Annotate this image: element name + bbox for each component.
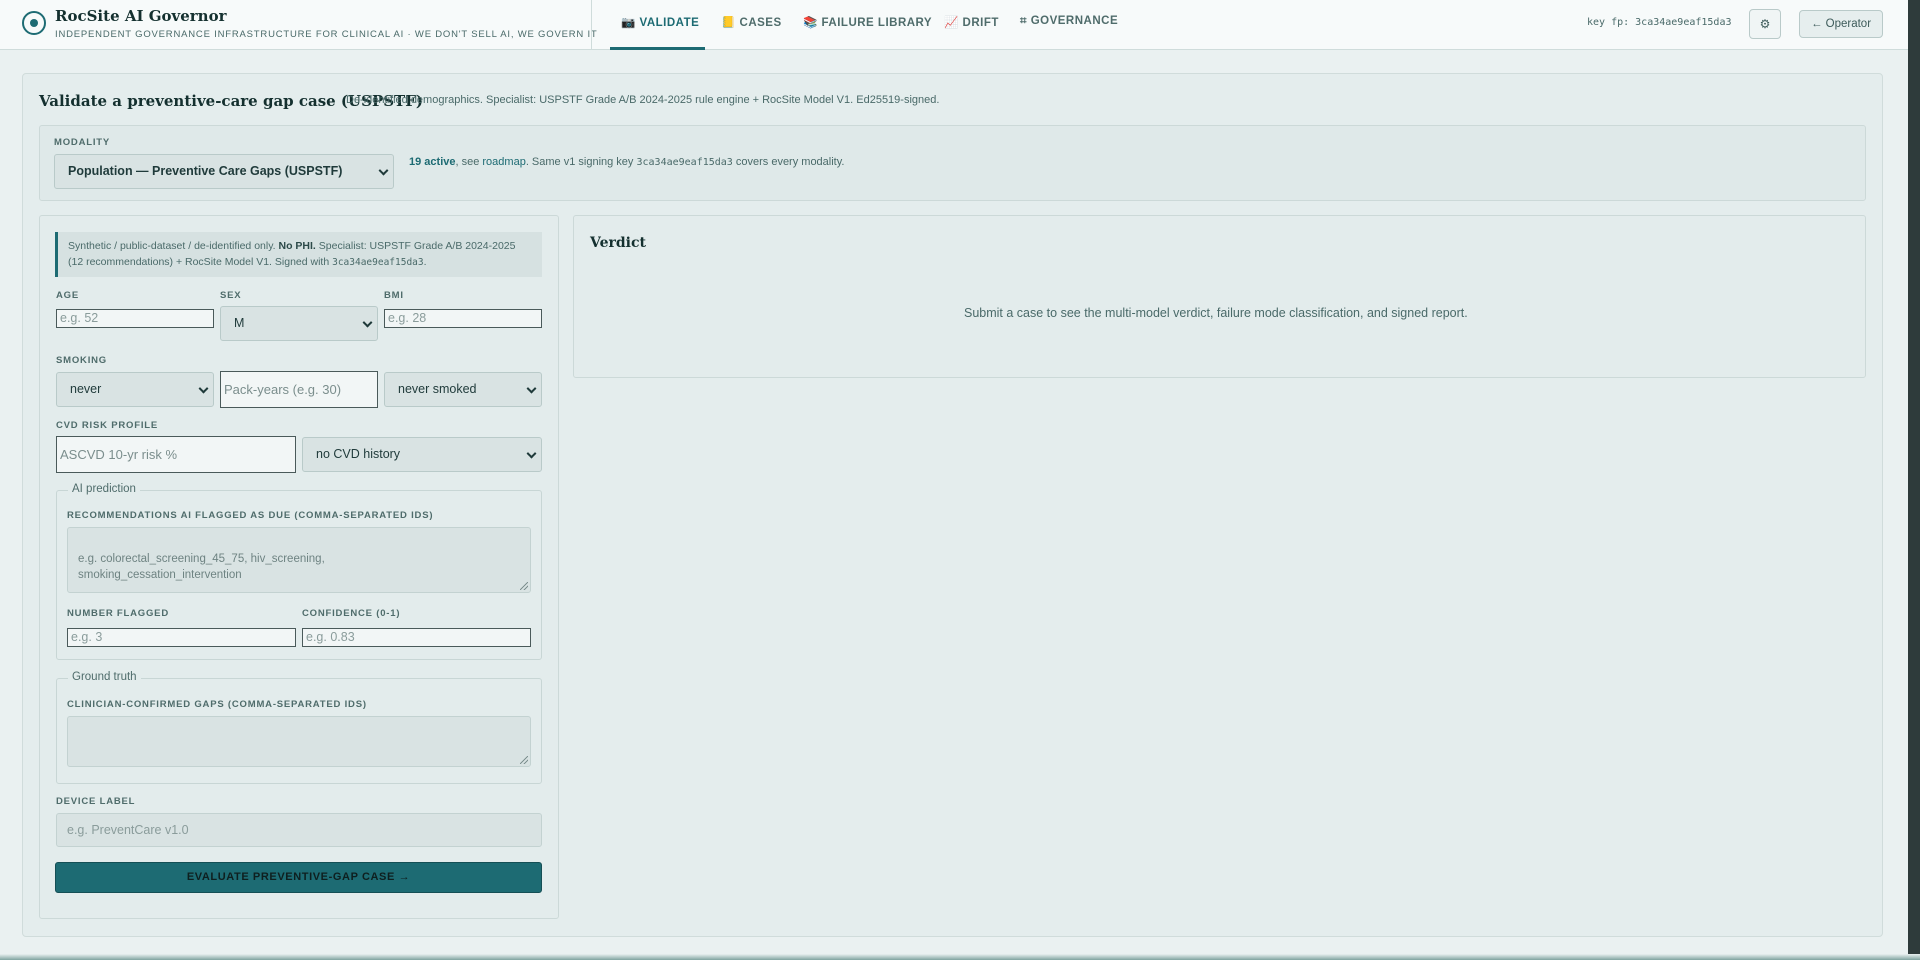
notice-key: 3ca34ae9eaf15da3: [332, 257, 424, 268]
tab-failure-library[interactable]: 📚 Failure Library: [803, 15, 932, 29]
brand-logo-icon: [22, 11, 46, 35]
tab-label: Governance: [1030, 15, 1119, 27]
note-text: . Same v1 signing key: [525, 156, 637, 168]
notice-text: Synthetic / public-dataset / de-identifi…: [68, 240, 279, 252]
cvd-label: CVD risk profile: [56, 420, 159, 431]
tab-governance[interactable]: ⌗ Governance: [1020, 15, 1118, 28]
bmi-placeholder: e.g. 28: [388, 311, 427, 325]
gaps-textarea[interactable]: [67, 716, 531, 767]
notice-bold: No PHI.: [278, 240, 316, 252]
hash-icon: ⌗: [1020, 15, 1027, 27]
number-flagged-label: Number flagged: [67, 608, 169, 619]
ground-truth-legend: Ground truth: [68, 671, 141, 683]
key-fingerprint: key fp: 3ca34ae9eaf15da3: [1587, 17, 1732, 28]
resize-grip-icon[interactable]: [520, 756, 528, 764]
recs-label: Recommendations AI flagged as due (comma…: [67, 510, 434, 521]
verdict-title: Verdict: [590, 235, 646, 251]
brand-title: RocSite AI Governor: [55, 7, 227, 25]
active-count: 19 active: [409, 156, 456, 168]
note-text: , see: [455, 156, 483, 168]
settings-button[interactable]: ⚙: [1749, 9, 1781, 39]
recs-textarea[interactable]: e.g. colorectal_screening_45_75, hiv_scr…: [67, 527, 531, 593]
chevron-down-icon: [526, 448, 537, 459]
bmi-label: BMI: [384, 290, 404, 301]
cvd-history-value: no CVD history: [316, 447, 401, 461]
device-label: Device label: [56, 796, 136, 807]
confidence-placeholder: e.g. 0.83: [306, 630, 355, 644]
ai-prediction-legend: AI prediction: [68, 483, 140, 495]
cvd-history-select[interactable]: no CVD history: [302, 437, 542, 472]
verdict-empty-state: Submit a case to see the multi-model ver…: [964, 306, 1468, 320]
chevron-down-icon: [378, 165, 389, 176]
tab-label: Failure Library: [821, 17, 933, 29]
smoking-label: Smoking: [56, 355, 107, 366]
note-text: covers every modality.: [732, 156, 845, 168]
chart-icon: 📈: [944, 17, 959, 29]
top-header: RocSite AI Governor Independent governan…: [0, 0, 1908, 50]
signing-key: 3ca34ae9eaf15da3: [636, 157, 733, 168]
device-label-input[interactable]: e.g. PreventCare v1.0: [56, 813, 542, 847]
modality-label: Modality: [54, 137, 111, 148]
window-bottom-edge: [0, 954, 1920, 960]
tab-drift[interactable]: 📈 Drift: [944, 15, 999, 29]
window-edge: [1908, 0, 1920, 960]
evaluate-button[interactable]: Evaluate preventive-gap case →: [55, 862, 542, 893]
smoking-value: never: [70, 382, 102, 396]
pack-years-input[interactable]: Pack-years (e.g. 30): [220, 371, 378, 408]
header-divider: [591, 0, 592, 50]
operator-button[interactable]: ← Operator: [1799, 10, 1883, 38]
modality-note: 19 active, see roadmap. Same v1 signing …: [409, 156, 844, 168]
chevron-down-icon: [362, 317, 373, 328]
notice-text: .: [423, 256, 427, 268]
recs-placeholder: e.g. colorectal_screening_45_75, hiv_scr…: [78, 553, 325, 581]
modality-selected: Population — Preventive Care Gaps (USPST…: [68, 164, 343, 178]
age-label: Age: [56, 290, 79, 301]
active-tab-indicator: [610, 47, 705, 50]
tab-validate[interactable]: 📷 Validate: [621, 15, 699, 29]
chevron-down-icon: [198, 383, 209, 394]
brand-subtitle: Independent governance infrastructure fo…: [55, 29, 598, 40]
smoking-status-value: never smoked: [398, 382, 477, 396]
ledger-icon: 📒: [721, 17, 736, 29]
tab-label: Cases: [739, 17, 782, 29]
pack-years-placeholder: Pack-years (e.g. 30): [224, 382, 342, 397]
confidence-label: Confidence (0-1): [302, 608, 401, 619]
number-flagged-input[interactable]: e.g. 3: [67, 628, 296, 647]
books-icon: 📚: [803, 17, 818, 29]
chevron-down-icon: [526, 383, 537, 394]
age-placeholder: e.g. 52: [60, 311, 99, 325]
bmi-input[interactable]: e.g. 28: [384, 309, 542, 328]
confidence-input[interactable]: e.g. 0.83: [302, 628, 531, 647]
ascvd-placeholder: ASCVD 10-yr risk %: [60, 447, 178, 462]
sex-value: M: [234, 316, 245, 330]
page-description: De-identified demographics. Specialist: …: [346, 94, 940, 106]
tab-label: Validate: [639, 17, 700, 29]
age-input[interactable]: e.g. 52: [56, 309, 214, 328]
phi-notice: Synthetic / public-dataset / de-identifi…: [55, 232, 542, 277]
resize-grip-icon[interactable]: [520, 582, 528, 590]
tab-label: Drift: [962, 17, 999, 29]
number-placeholder: e.g. 3: [71, 630, 103, 644]
camera-icon: 📷: [621, 17, 636, 29]
modality-select[interactable]: Population — Preventive Care Gaps (USPST…: [54, 154, 394, 189]
ascvd-input[interactable]: ASCVD 10-yr risk %: [56, 436, 296, 473]
device-placeholder: e.g. PreventCare v1.0: [67, 823, 189, 837]
sex-select[interactable]: M: [220, 306, 378, 341]
sex-label: Sex: [220, 290, 242, 301]
tab-cases[interactable]: 📒 Cases: [721, 15, 782, 29]
gear-icon: ⚙: [1759, 17, 1771, 31]
verdict-panel: [573, 215, 1866, 378]
gaps-label: Clinician-confirmed gaps (comma-separate…: [67, 699, 367, 710]
smoking-select[interactable]: never: [56, 372, 214, 407]
roadmap-link[interactable]: roadmap: [482, 156, 525, 168]
smoking-status-select[interactable]: never smoked: [384, 372, 542, 407]
